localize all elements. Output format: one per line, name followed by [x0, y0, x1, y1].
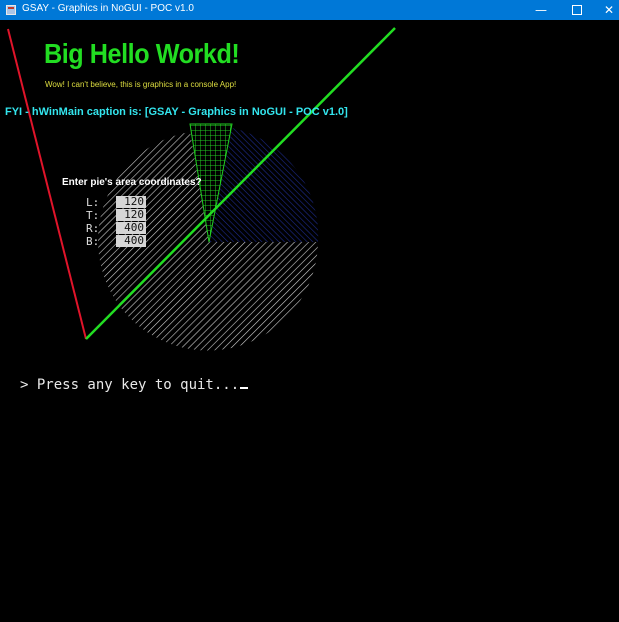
coord-bottom-input[interactable]: 400: [116, 235, 146, 247]
console-window: GSAY - Graphics in NoGUI - POC v1.0 — ✕: [0, 0, 619, 622]
coord-row-top: T: 120: [86, 209, 146, 222]
coord-top-input[interactable]: 120: [116, 209, 146, 221]
coord-label: R:: [86, 222, 100, 235]
big-hello-title: Big Hello Workd!: [44, 38, 240, 69]
maximize-icon: [572, 5, 582, 15]
coord-label: B:: [86, 235, 100, 248]
coord-label: L:: [86, 196, 100, 209]
coord-left-input[interactable]: 120: [116, 196, 146, 208]
subtitle-text: Wow! I can't believe, this is graphics i…: [45, 80, 237, 89]
coord-right-input[interactable]: 400: [116, 222, 146, 234]
quit-prompt: > Press any key to quit...: [20, 377, 249, 393]
window-title: GSAY - Graphics in NoGUI - POC v1.0: [22, 3, 194, 14]
maximize-button[interactable]: [562, 0, 592, 20]
coord-row-left: L: 120: [86, 196, 146, 209]
coord-row-right: R: 400: [86, 222, 146, 235]
close-button[interactable]: ✕: [594, 0, 619, 20]
pie-coords-prompt: Enter pie's area coordinates?: [62, 177, 202, 188]
coord-label: T:: [86, 209, 100, 222]
coord-row-bottom: B: 400: [86, 235, 146, 248]
quit-prompt-text: > Press any key to quit...: [20, 377, 240, 393]
title-bar[interactable]: GSAY - Graphics in NoGUI - POC v1.0 — ✕: [0, 0, 619, 20]
fyi-caption-text: FYI - hWinMain caption is: [GSAY - Graph…: [5, 106, 348, 118]
text-cursor: [240, 387, 249, 389]
minimize-button[interactable]: —: [526, 0, 556, 20]
console-canvas: Big Hello Workd! Wow! I can't believe, t…: [0, 20, 619, 622]
app-icon[interactable]: [6, 5, 16, 15]
